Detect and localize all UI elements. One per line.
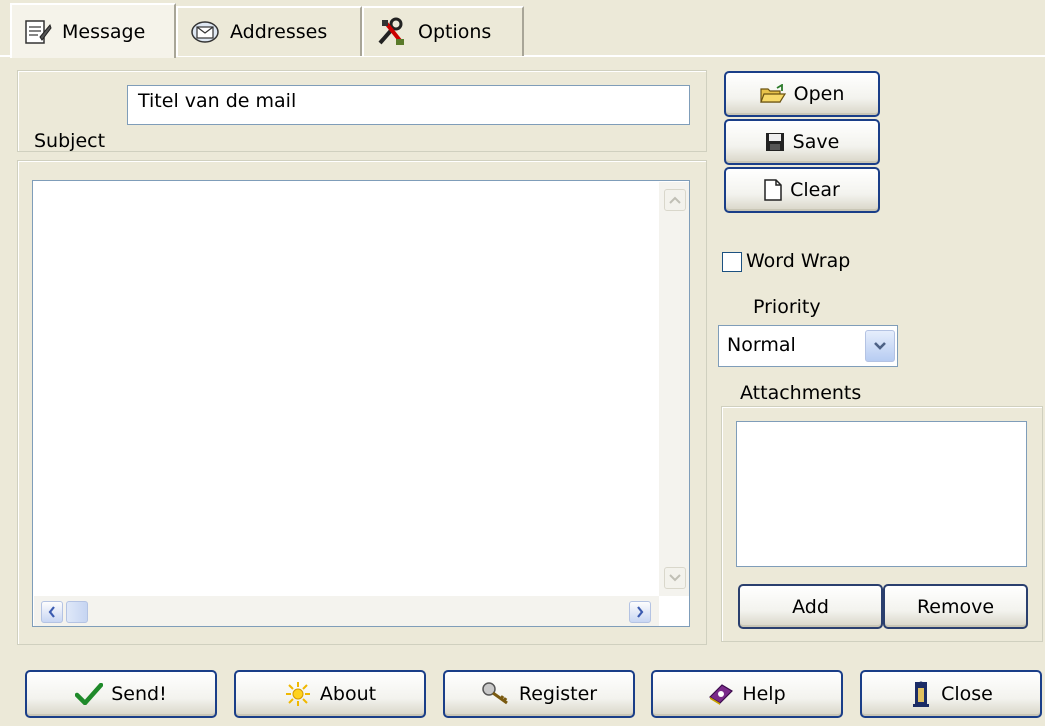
open-button[interactable]: Open: [724, 71, 880, 117]
send-button[interactable]: Send!: [25, 670, 217, 718]
attachments-label: Attachments: [740, 382, 862, 404]
add-attachment-label: Add: [792, 595, 829, 618]
remove-attachment-button[interactable]: Remove: [883, 584, 1028, 629]
horizontal-scrollbar[interactable]: [34, 596, 659, 626]
envelope-icon: [190, 20, 220, 44]
tab-options[interactable]: Options: [362, 6, 524, 56]
remove-attachment-label: Remove: [916, 595, 995, 618]
sun-icon: [284, 681, 312, 707]
priority-select[interactable]: Normal: [718, 325, 898, 367]
tab-options-label: Options: [418, 21, 492, 43]
word-wrap-checkbox[interactable]: [722, 252, 742, 272]
floppy-disk-icon: [765, 132, 785, 152]
attachments-list[interactable]: [736, 421, 1027, 567]
close-button[interactable]: Close: [860, 670, 1042, 718]
save-button-label: Save: [792, 131, 840, 153]
add-attachment-button[interactable]: Add: [738, 584, 883, 629]
about-button-label: About: [319, 683, 377, 705]
open-folder-icon: [759, 84, 786, 104]
scroll-right-button[interactable]: [629, 601, 651, 623]
register-button[interactable]: Register: [443, 670, 635, 718]
scroll-left-button[interactable]: [41, 601, 63, 623]
help-button[interactable]: Help: [651, 670, 843, 718]
scroll-down-button[interactable]: [664, 567, 686, 589]
clear-button[interactable]: Clear: [724, 167, 880, 213]
tools-icon: [376, 17, 408, 47]
subject-input[interactable]: Titel van de mail: [127, 85, 690, 125]
exit-door-icon: [909, 680, 933, 708]
message-body-textarea[interactable]: [32, 180, 690, 627]
scroll-up-button[interactable]: [664, 189, 686, 211]
vertical-scrollbar[interactable]: [659, 182, 689, 596]
chevron-down-icon: [873, 341, 887, 351]
blank-document-icon: [764, 179, 782, 201]
horizontal-scroll-thumb[interactable]: [66, 601, 88, 623]
send-button-label: Send!: [111, 683, 167, 705]
help-book-icon: [708, 683, 734, 705]
register-button-label: Register: [518, 683, 598, 705]
help-button-label: Help: [742, 683, 786, 705]
priority-value: Normal: [727, 334, 796, 356]
tab-message[interactable]: Message: [10, 3, 176, 58]
checkmark-icon: [75, 683, 104, 705]
close-button-label: Close: [941, 683, 993, 705]
key-icon: [481, 681, 511, 707]
tab-addresses[interactable]: Addresses: [176, 6, 362, 56]
save-button[interactable]: Save: [724, 119, 880, 165]
priority-dropdown-button[interactable]: [865, 330, 895, 362]
tab-addresses-label: Addresses: [230, 21, 328, 43]
word-wrap-label: Word Wrap: [746, 250, 851, 272]
priority-label: Priority: [753, 296, 821, 318]
clear-button-label: Clear: [790, 179, 840, 201]
open-button-label: Open: [793, 83, 845, 105]
message-tab-icon: [24, 19, 52, 45]
subject-label: Subject: [34, 130, 106, 152]
tab-message-label: Message: [62, 20, 146, 43]
about-button[interactable]: About: [234, 670, 426, 718]
